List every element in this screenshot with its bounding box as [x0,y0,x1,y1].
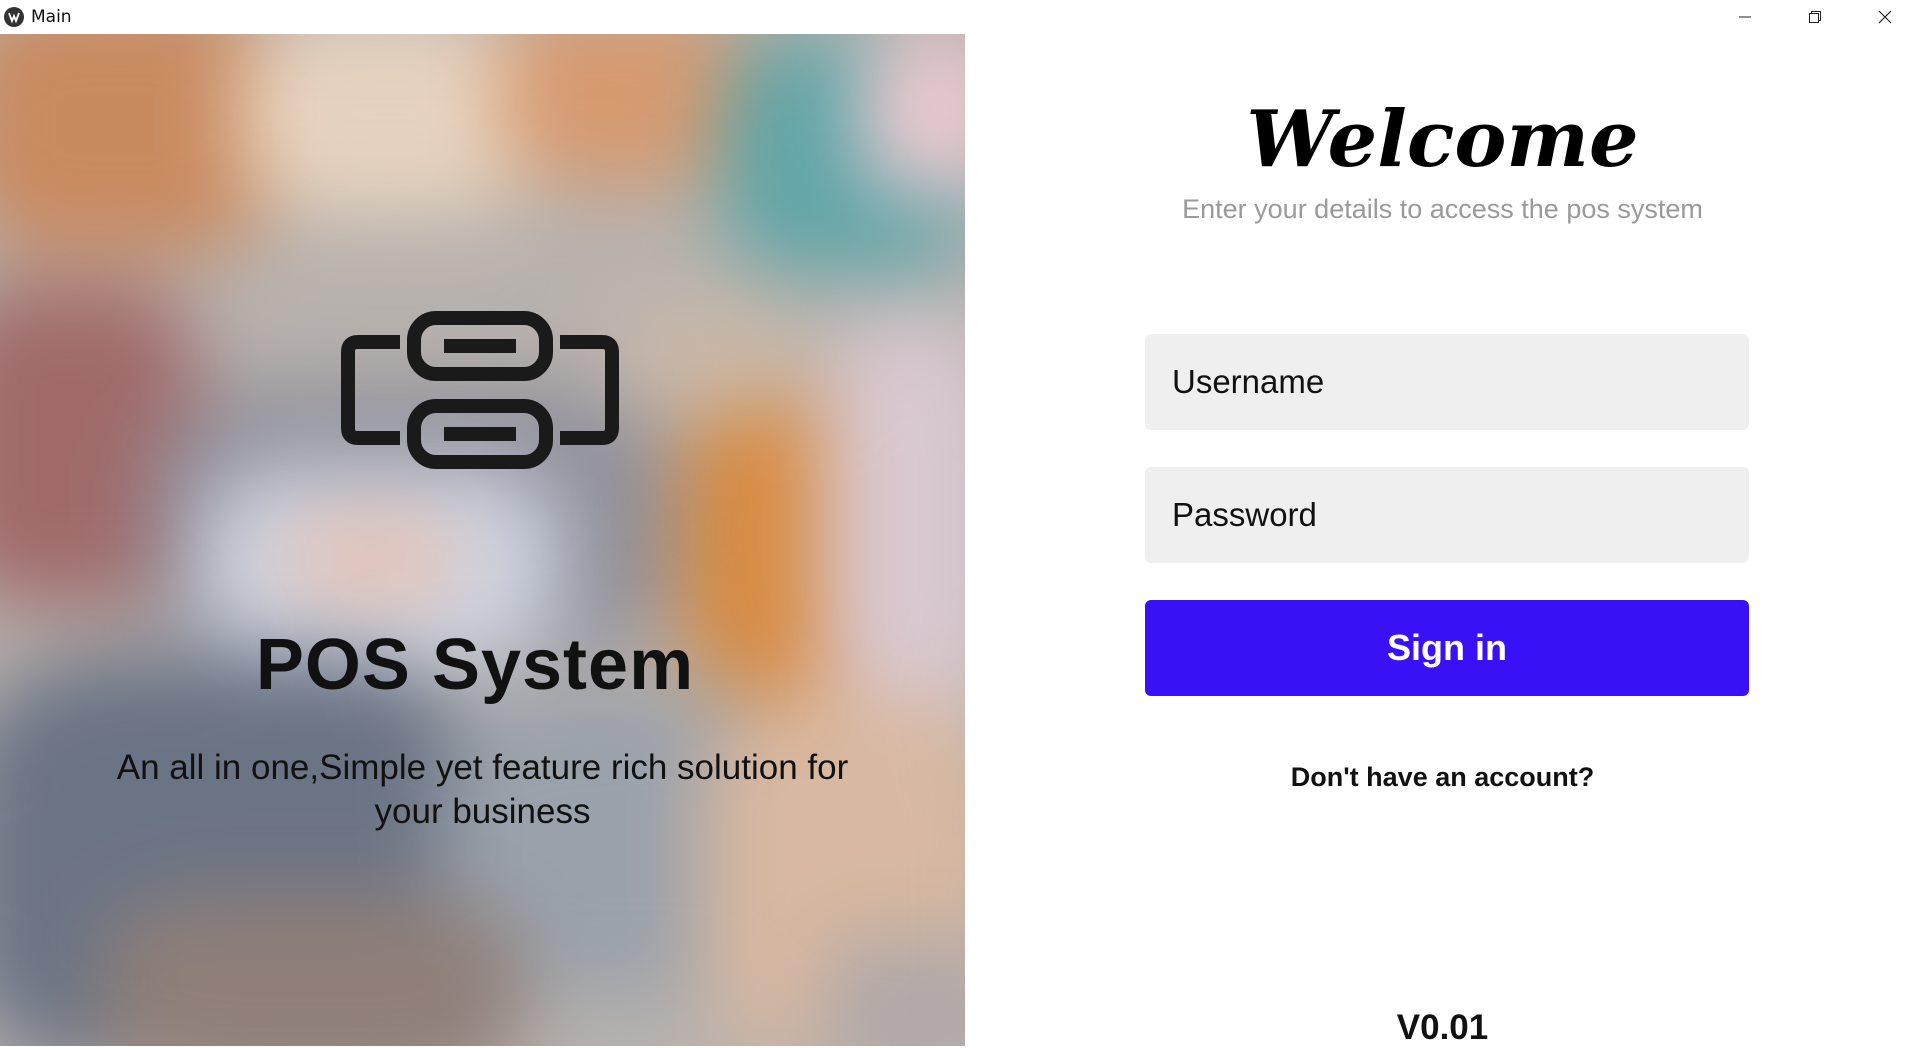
restore-button[interactable] [1780,0,1850,34]
title-bar: Main [0,0,1920,34]
welcome-heading: Welcome [1246,94,1639,185]
window-title: Main [31,7,72,27]
minimize-icon [1739,16,1751,18]
login-subtitle: Enter your details to access the pos sys… [1182,194,1703,224]
pos-system-logo-icon [341,311,619,469]
username-input[interactable] [1145,334,1749,430]
close-button[interactable] [1850,0,1920,34]
hero-heading: POS System [255,625,695,705]
hero-tagline: An all in one,Simple yet feature rich so… [116,748,849,831]
version-label: V0.01 [1396,1008,1489,1047]
password-input[interactable] [1145,467,1749,563]
app-logo-icon [4,7,24,27]
hero-panel: POS System An all in one,Simple yet feat… [0,34,965,1046]
login-panel: Welcome Enter your details to access the… [965,34,1920,1047]
signup-link[interactable]: Don't have an account? [965,762,1920,793]
close-icon [1878,10,1892,24]
minimize-button[interactable] [1710,0,1780,34]
sign-in-button[interactable]: Sign in [1145,600,1749,696]
restore-icon [1809,11,1821,23]
